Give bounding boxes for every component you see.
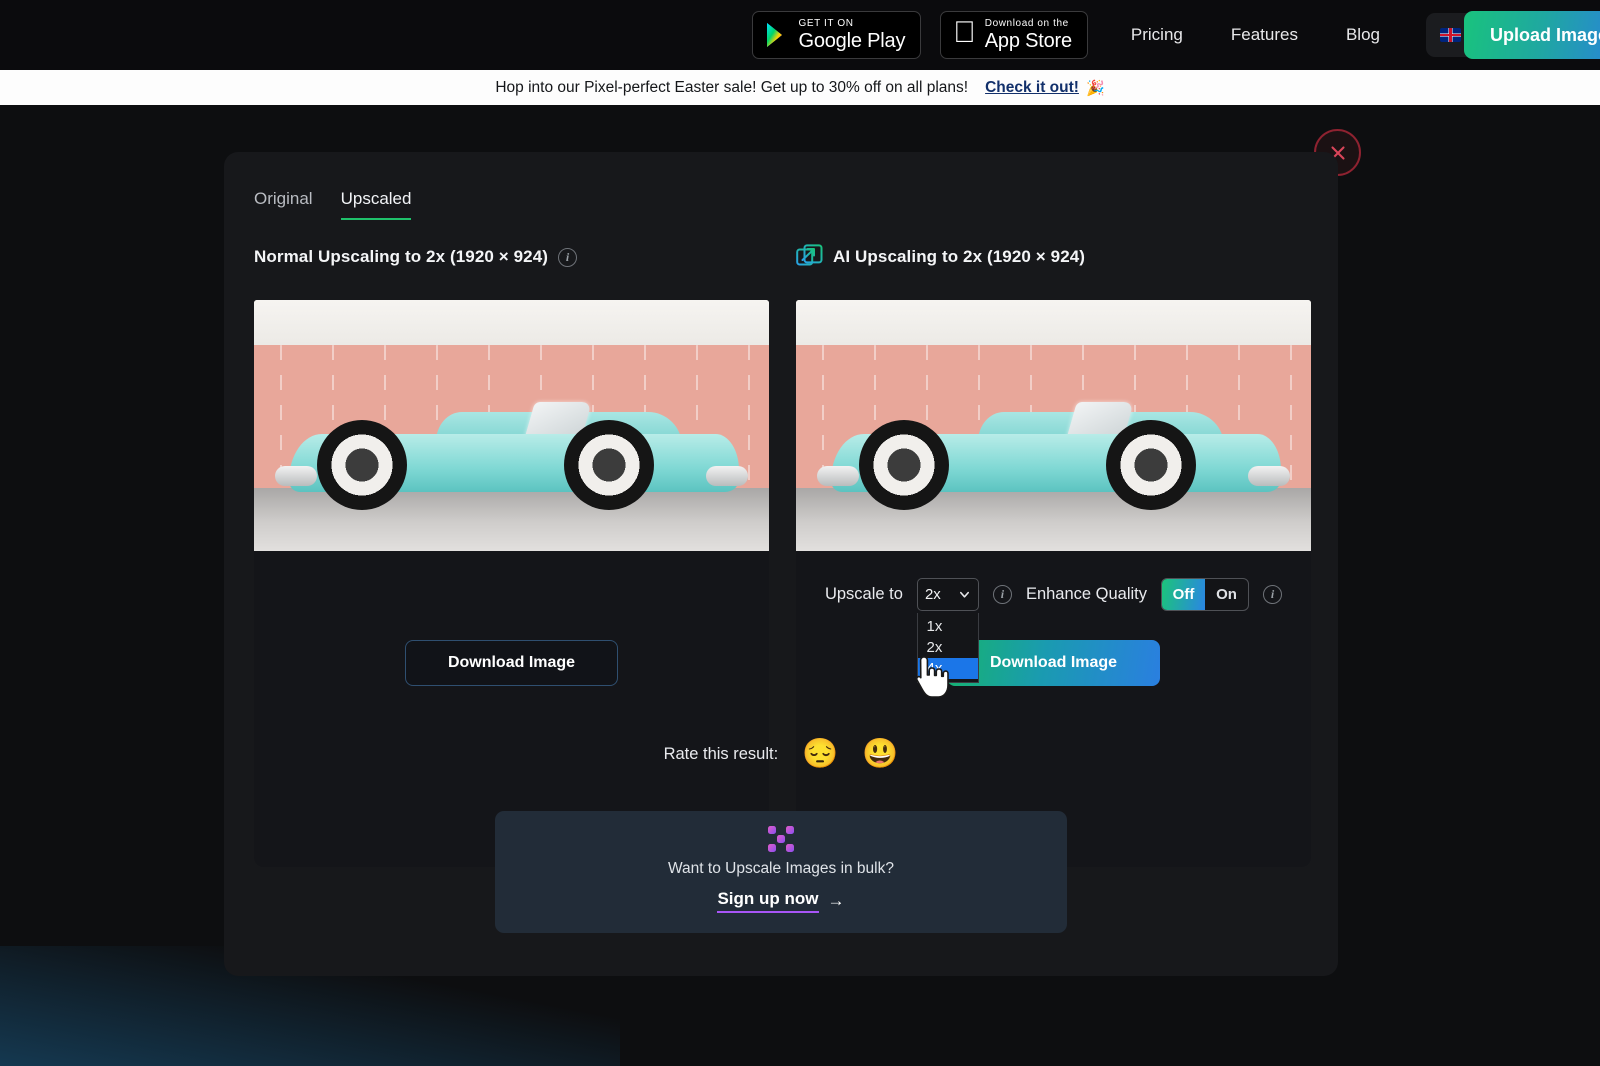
upscale-factor-value: 2x	[924, 585, 941, 603]
normal-download-wrap: Download Image	[254, 640, 769, 686]
normal-upscaling-column: Normal Upscaling to 2x (1920 × 924) i Do…	[254, 242, 769, 867]
rate-positive-emoji-button[interactable]: 😃	[862, 740, 898, 769]
enhance-quality-off-option[interactable]: Off	[1162, 578, 1206, 610]
upscale-option-1x[interactable]: 1x	[918, 616, 978, 637]
promo-banner: Hop into our Pixel-perfect Easter sale! …	[0, 70, 1600, 105]
download-image-button-ai[interactable]: Download Image	[947, 640, 1160, 686]
upload-image-button[interactable]: Upload Image	[1464, 11, 1600, 59]
app-store-badge-small: Download on the	[984, 18, 1069, 29]
apple-icon: 	[953, 18, 976, 48]
promo-banner-link[interactable]: Check it out!	[985, 79, 1079, 97]
promo-banner-text: Hop into our Pixel-perfect Easter sale! …	[495, 78, 969, 96]
ai-download-wrap: Download Image	[796, 640, 1311, 686]
upscale-factor-select[interactable]: 2x 1x 2x 4x	[916, 577, 979, 683]
rate-this-result-label: Rate this result:	[663, 745, 779, 763]
normal-upscaled-image	[254, 300, 769, 551]
ai-upscaling-card: Upscale to 2x 1x 2x 4x i Enhance Quality	[796, 300, 1311, 867]
google-play-badge[interactable]: GET IT ON Google Play	[752, 11, 922, 59]
enhance-quality-toggle[interactable]: Off On	[1161, 577, 1250, 611]
normal-upscaling-card: Download Image	[254, 300, 769, 867]
nav-link-blog[interactable]: Blog	[1322, 0, 1404, 70]
result-tabs: Original Upscaled	[254, 189, 412, 220]
normal-upscaling-header: Normal Upscaling to 2x (1920 × 924) i	[254, 242, 769, 272]
ai-upscaling-column: AI Upscaling to 2x (1920 × 924) Upscale …	[796, 242, 1311, 867]
upscale-to-label: Upscale to	[824, 584, 903, 603]
ai-upscaling-title: AI Upscaling to 2x (1920 × 924)	[833, 247, 1086, 266]
enhance-quality-label: Enhance Quality	[1025, 584, 1148, 603]
info-icon[interactable]: i	[992, 584, 1012, 604]
sign-up-now-link[interactable]: Sign up now →	[717, 889, 845, 913]
nav-link-features[interactable]: Features	[1207, 0, 1322, 70]
info-icon[interactable]: i	[558, 247, 578, 267]
mouse-cursor-pointer	[915, 656, 949, 698]
info-icon[interactable]: i	[1263, 584, 1283, 604]
ai-upscaling-header: AI Upscaling to 2x (1920 × 924)	[796, 242, 1311, 272]
rate-negative-emoji-button[interactable]: 😔	[802, 740, 838, 769]
arrow-right-icon: →	[827, 891, 845, 910]
bulk-upscale-icon	[768, 826, 794, 852]
ai-upscaling-controls: Upscale to 2x 1x 2x 4x i Enhance Quality	[796, 568, 1311, 683]
tab-original[interactable]: Original	[254, 189, 313, 220]
party-popper-icon: 🎉	[1085, 79, 1105, 97]
download-image-button-normal[interactable]: Download Image	[405, 640, 618, 686]
ai-upscale-icon	[796, 243, 823, 265]
google-play-badge-small: GET IT ON	[798, 18, 854, 29]
google-play-icon	[767, 23, 783, 47]
enhance-quality-on-option[interactable]: On	[1205, 579, 1248, 610]
sign-up-now-label: Sign up now	[717, 889, 819, 913]
uk-flag-icon	[1440, 28, 1461, 42]
top-navigation-bar: GET IT ON Google Play  Download on the …	[0, 0, 1600, 70]
google-play-badge-label: Google Play	[798, 30, 906, 52]
bulk-upscale-card: Want to Upscale Images in bulk? Sign up …	[495, 811, 1067, 933]
ai-upscaled-image	[796, 300, 1311, 551]
rating-row: Rate this result: 😔 😃	[224, 740, 1338, 769]
normal-upscaling-title: Normal Upscaling to 2x (1920 × 924)	[254, 247, 549, 266]
chevron-down-icon	[959, 591, 969, 598]
app-store-badge-label: App Store	[984, 30, 1072, 52]
app-store-badge[interactable]:  Download on the App Store	[940, 11, 1088, 59]
bulk-upscale-text: Want to Upscale Images in bulk?	[667, 860, 894, 877]
tab-upscaled[interactable]: Upscaled	[340, 189, 412, 220]
nav-link-pricing[interactable]: Pricing	[1107, 0, 1207, 70]
upscale-result-modal: Original Upscaled Normal Upscaling to 2x…	[224, 152, 1338, 976]
